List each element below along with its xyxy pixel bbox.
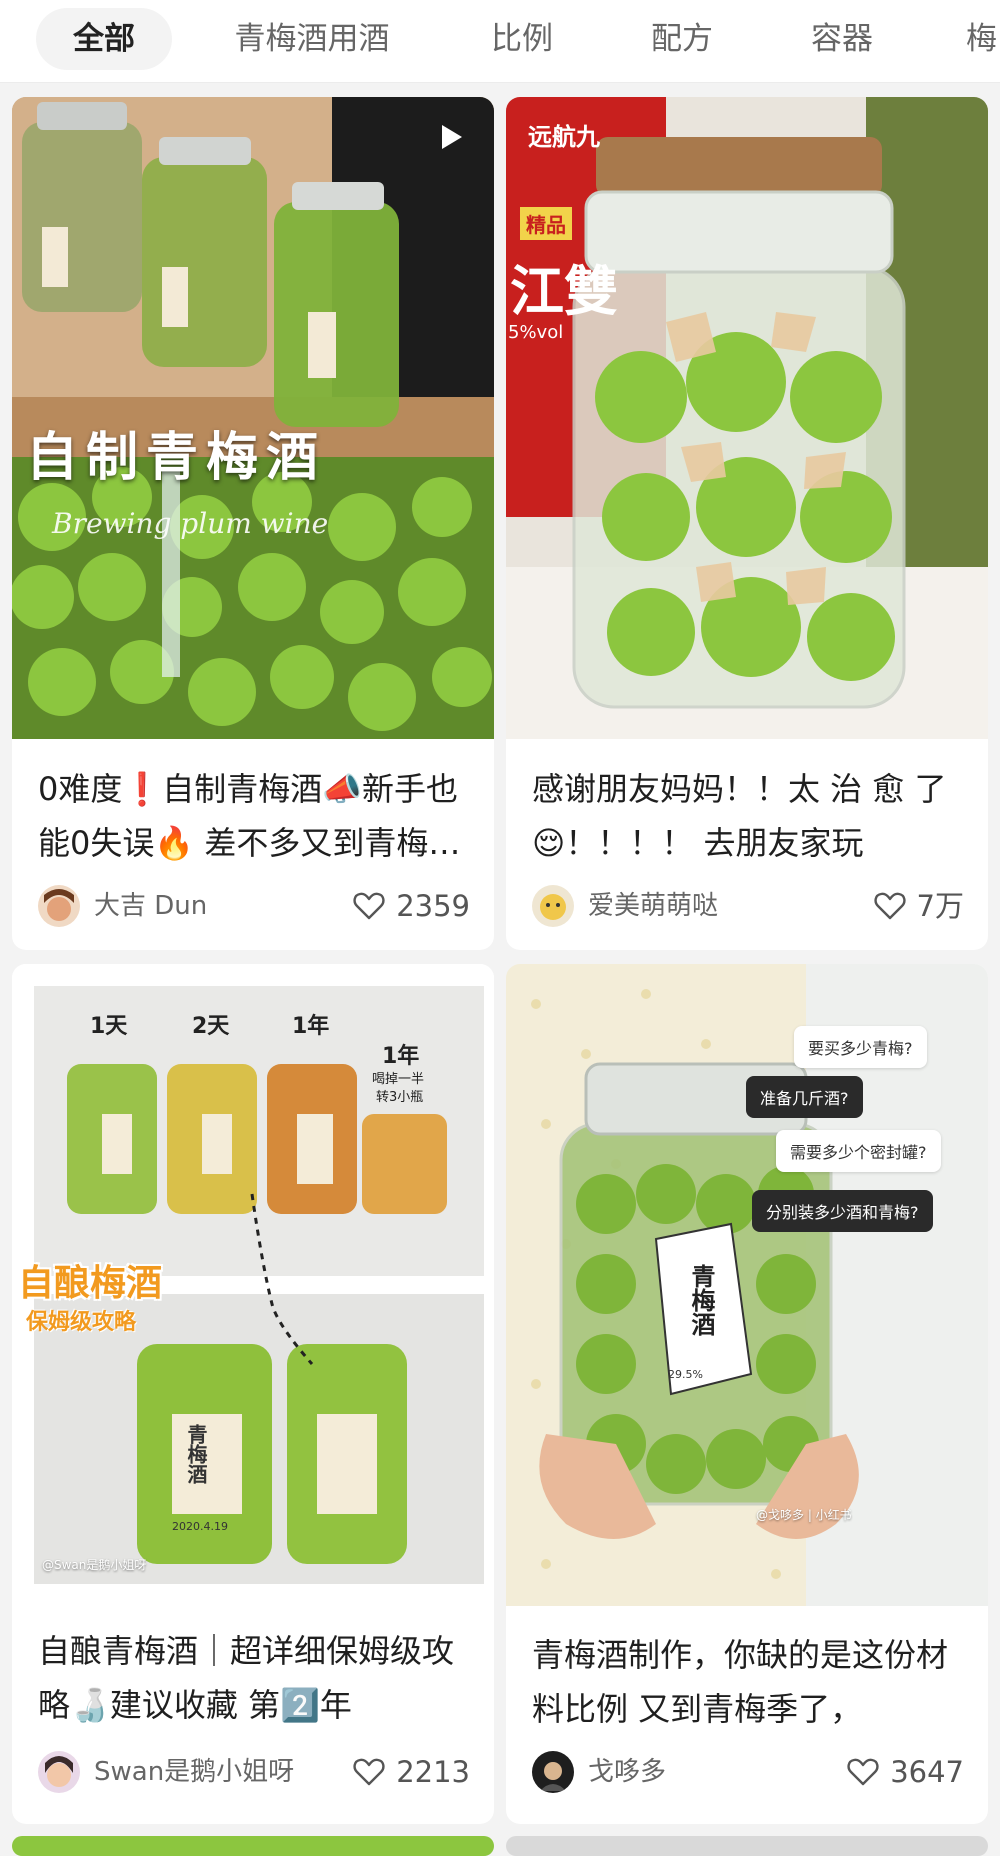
cover-year1b: 1年 [382,1044,420,1069]
jar-abv: 29.5% [668,1368,703,1381]
note-meta: 爱美萌萌哒 7万 [532,882,964,930]
like-count: 2359 [396,889,470,923]
note-meta: 戈哆多 3647 [532,1748,964,1796]
note-card-partial[interactable] [12,1836,494,1856]
question-bubble: 需要多少个密封罐? [776,1130,941,1172]
cover-headline: 自制青梅酒 [26,427,327,488]
like-count: 7万 [916,889,964,923]
cover-note1: 喝掉一半 [372,1072,425,1087]
note-card[interactable]: 要买多少青梅? 准备几斤酒? 需要多少个密封罐? 分别装多少酒和青梅? 青梅酒 … [506,964,988,1824]
jar-date: 2020.4.19 [172,1520,228,1533]
like-button[interactable]: 2213 [352,1748,470,1796]
cover-subtitle: Brewing plum wine [52,507,329,540]
author-avatar[interactable] [532,1751,574,1793]
author-name[interactable]: 大吉 Dun [94,882,207,930]
tab-all[interactable]: 全部 [36,8,172,70]
question-bubble: 准备几斤酒? [746,1076,863,1118]
cover-watermark: @Swan是鹅小姐呀 [42,1558,147,1572]
question-bubble: 分别装多少酒和青梅? [752,1190,933,1232]
category-tab-bar: 全部 青梅酒用酒 比例 配方 容器 梅 [0,0,1000,83]
cover-note2: 转3小瓶 [376,1090,424,1105]
like-button[interactable]: 3647 [846,1748,964,1796]
author-name[interactable]: Swan是鹅小姐呀 [94,1748,294,1796]
bottle-abv: 5%vol [508,322,564,343]
question-bubble: 要买多少青梅? [794,1026,927,1068]
like-button[interactable]: 7万 [873,882,964,930]
note-card[interactable]: 远航九 精品 江雙 5%vol 感谢朋友妈妈！！太 治 愈 了 😌！！！！ 去朋… [506,97,988,950]
author-name[interactable]: 戈哆多 [588,1748,666,1796]
jar-label: 青梅酒 [184,1424,208,1484]
tab-plum-partial[interactable]: 梅 [966,8,1000,70]
like-count: 3647 [890,1755,964,1789]
note-card[interactable]: 自制青梅酒 Brewing plum wine 0难度❗自制青梅酒📣新手也能0失… [12,97,494,950]
note-cover-image: 远航九 精品 江雙 5%vol [506,97,988,739]
cover-watermark: @戈哆多 | 小红书 [756,1508,852,1522]
bottle-tag: 精品 [520,207,572,240]
author-name[interactable]: 爱美萌萌哒 [588,882,718,930]
heart-icon [353,892,385,920]
note-title[interactable]: 感谢朋友妈妈！！太 治 愈 了 😌！！！！ 去朋友家玩 [532,762,972,870]
note-cover-image: 要买多少青梅? 准备几斤酒? 需要多少个密封罐? 分别装多少酒和青梅? 青梅酒 … [506,964,988,1606]
heart-icon [873,892,906,920]
author-avatar[interactable] [532,885,574,927]
author-avatar[interactable] [38,885,80,927]
cover-day1: 1天 [90,1014,128,1039]
bottle-brand: 远航九 [528,123,600,151]
note-title[interactable]: 0难度❗自制青梅酒📣新手也能0失误🔥 差不多又到青梅季了 [38,762,478,870]
note-meta: 大吉 Dun 2359 [38,882,470,930]
note-card-partial[interactable] [506,1836,988,1856]
play-icon [442,125,462,149]
tab-ratio[interactable]: 比例 [470,8,574,70]
note-meta: Swan是鹅小姐呀 2213 [38,1748,470,1796]
note-title[interactable]: 青梅酒制作，你缺的是这份材料比例 又到青梅季了， [532,1628,972,1736]
cover-day2: 2天 [192,1014,230,1039]
tab-plum-wine-liquor[interactable]: 青梅酒用酒 [222,8,402,70]
cover-headline: 自酿梅酒 [18,1263,163,1304]
heart-icon [353,1758,385,1786]
note-cover-image: 自制青梅酒 Brewing plum wine [12,97,494,739]
note-cover-image: 1天 2天 1年 1年 喝掉一半 转3小瓶 自酿梅酒 保姆级攻略 青梅酒 202… [12,964,494,1604]
like-button[interactable]: 2359 [352,882,470,930]
note-card[interactable]: 1天 2天 1年 1年 喝掉一半 转3小瓶 自酿梅酒 保姆级攻略 青梅酒 202… [12,964,494,1824]
cover-year1: 1年 [292,1014,330,1039]
tab-recipe[interactable]: 配方 [630,8,734,70]
jar-label: 青梅酒 [687,1264,716,1336]
bottle-label: 江雙 [510,259,618,323]
author-avatar[interactable] [38,1751,80,1793]
like-count: 2213 [396,1755,470,1789]
heart-icon [847,1758,879,1786]
cover-subline: 保姆级攻略 [26,1310,137,1335]
tab-container[interactable]: 容器 [790,8,894,70]
note-title[interactable]: 自酿青梅酒｜超详细保姆级攻略🍶建议收藏 第2️⃣年 [38,1624,478,1732]
